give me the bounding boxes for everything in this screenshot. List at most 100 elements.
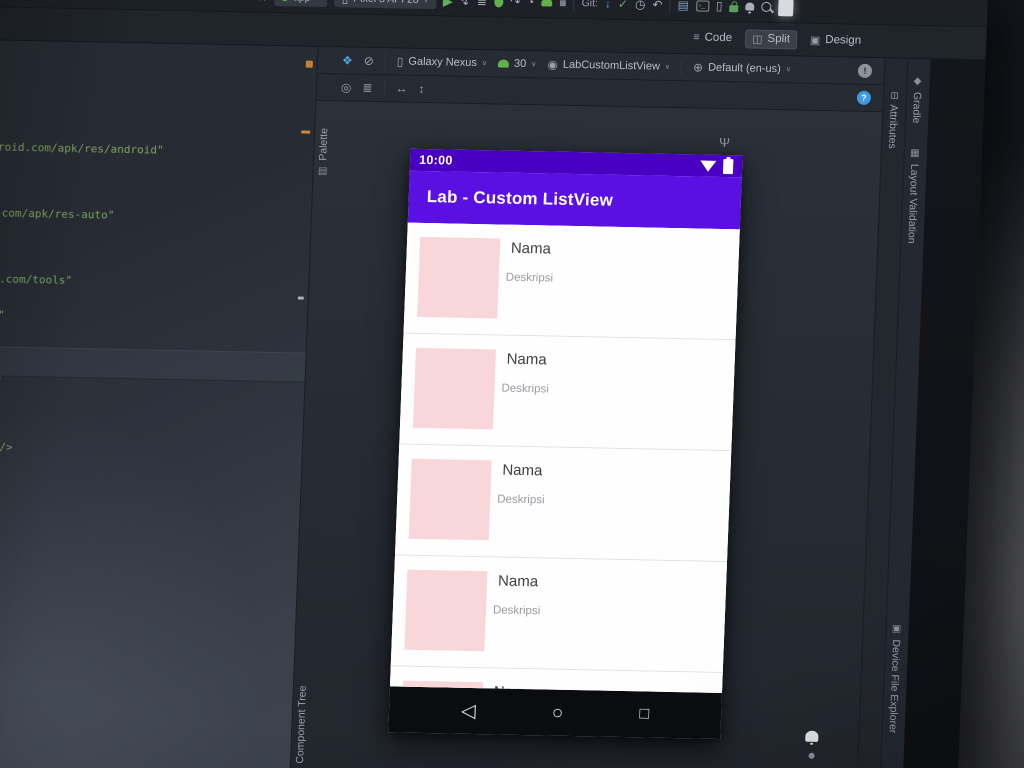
item-name: Nama xyxy=(502,461,543,480)
orientation-icon[interactable]: ⊘ xyxy=(363,54,374,68)
code-line: me" /> xyxy=(0,440,13,454)
tab-component-tree[interactable]: ◧ Component Tree xyxy=(290,680,312,768)
notifications-bell-icon[interactable] xyxy=(805,730,819,742)
issues-badge[interactable]: ! xyxy=(857,63,873,78)
chevron-down-icon: ∨ xyxy=(531,61,537,69)
palette-icon: ▤ xyxy=(316,165,329,177)
android-profiler-icon[interactable] xyxy=(541,0,553,7)
scrollbar-mark[interactable] xyxy=(297,296,304,300)
editor-content-row: droid.com/apk/res/android" as.com/apk/re… xyxy=(0,40,986,768)
android-studio-window: ⚒ app ∨ ▯ Pixel 3 API 28 ∨ ▶ ↯ ≣ ↶ ◔ ■ G… xyxy=(0,0,988,768)
rollback-button[interactable]: ↶ xyxy=(652,0,663,12)
wifi-icon xyxy=(699,160,717,172)
git-update-button[interactable]: ↓ xyxy=(605,0,612,11)
tab-split[interactable]: ◫ Split xyxy=(744,28,798,49)
tab-attributes[interactable]: ⊟ Attributes xyxy=(883,86,904,154)
chevron-down-icon: ∨ xyxy=(423,0,429,5)
editor-divider-band xyxy=(0,345,306,383)
status-time: 10:00 xyxy=(418,152,453,168)
api-level-label: 30 xyxy=(513,57,527,71)
tab-code[interactable]: ≡ Code xyxy=(686,28,740,47)
tab-layout-validation-label: Layout Validation xyxy=(905,163,921,244)
tab-attributes-label: Attributes xyxy=(885,104,900,150)
tab-palette-label: Palette xyxy=(317,127,331,161)
list-item[interactable]: Nama Deskripsi xyxy=(390,555,727,674)
layout-validation-icon: ▦ xyxy=(909,147,921,159)
locale-dropdown[interactable]: ⊕ Default (en-us) ∨ xyxy=(693,60,791,76)
toolbar-divider xyxy=(383,80,385,97)
list-item[interactable]: Nama Deskripsi xyxy=(399,333,736,452)
project-structure-icon[interactable]: ▤ xyxy=(677,0,689,12)
search-icon[interactable] xyxy=(761,1,772,12)
run-config-selector[interactable]: app ∨ xyxy=(273,0,329,8)
item-name: Nama xyxy=(506,350,547,369)
build-hammer-icon[interactable]: ⚒ xyxy=(256,0,267,4)
home-icon: ○ xyxy=(551,702,564,724)
tab-design[interactable]: ▣ Design xyxy=(803,30,869,50)
zoom-control-icon[interactable] xyxy=(808,752,815,759)
view-options-eye-icon[interactable]: ◎ xyxy=(341,80,352,94)
terminal-icon[interactable]: ›_ xyxy=(695,0,710,12)
design-surface[interactable]: ▤ Palette ◧ Component Tree Ψ 10:00 xyxy=(289,100,883,768)
lock-icon[interactable] xyxy=(729,4,739,12)
profiler-button[interactable]: ◔ xyxy=(527,0,535,9)
screen-glare xyxy=(778,0,794,16)
design-icon: ▣ xyxy=(809,34,821,47)
item-name: Nama xyxy=(510,239,552,258)
tab-gradle[interactable]: ◆ Gradle xyxy=(907,71,927,129)
item-thumbnail xyxy=(412,347,496,430)
locale-label: Default (en-us) xyxy=(707,61,782,76)
device-manager-icon[interactable]: ▯ xyxy=(716,0,723,13)
back-icon: ◁ xyxy=(460,700,477,722)
list-item[interactable]: Nama Deskripsi xyxy=(403,222,740,341)
tab-device-file-explorer[interactable]: ▣ Device File Explorer xyxy=(883,618,906,738)
render-wrench-icon[interactable]: Ψ xyxy=(719,135,730,150)
tab-layout-validation[interactable]: ▦ Layout Validation xyxy=(902,143,924,249)
item-thumbnail xyxy=(417,236,501,319)
chevron-down-icon: ∨ xyxy=(481,60,488,68)
phone-preview[interactable]: 10:00 Lab - Custom ListView Nama Deskrip… xyxy=(388,148,743,739)
tab-device-file-explorer-label: Device File Explorer xyxy=(886,639,903,734)
item-description: Deskripsi xyxy=(501,382,550,396)
git-commit-button[interactable]: ✓ xyxy=(618,0,629,11)
item-description: Deskripsi xyxy=(505,271,554,285)
component-list-icon[interactable]: ≣ xyxy=(362,81,373,95)
listview[interactable]: Nama Deskripsi Nama Deskripsi Nama Deskr… xyxy=(389,222,740,693)
apply-changes-button[interactable]: ↯ xyxy=(460,0,471,8)
app-bar-title: Lab - Custom ListView xyxy=(426,187,614,210)
app-bar: Lab - Custom ListView xyxy=(407,170,742,230)
split-icon: ◫ xyxy=(751,33,763,46)
notifications-bell-icon[interactable] xyxy=(745,2,755,11)
tab-palette[interactable]: ▤ Palette xyxy=(313,123,333,182)
git-label: Git: xyxy=(581,0,599,10)
item-description: Deskripsi xyxy=(496,493,545,507)
chevron-down-icon: ∨ xyxy=(315,0,320,2)
vertical-constraints-icon[interactable]: ↕ xyxy=(418,82,425,96)
device-icon: ▯ xyxy=(342,0,349,5)
attach-debugger-icon[interactable]: ↶ xyxy=(510,0,521,9)
gradle-icon: ◆ xyxy=(911,75,924,88)
error-stripe-warning-mark[interactable] xyxy=(305,60,313,68)
stop-button[interactable]: ■ xyxy=(559,0,567,10)
screen-photo: ⚒ app ∨ ▯ Pixel 3 API 28 ∨ ▶ ↯ ≣ ↶ ◔ ■ G… xyxy=(0,0,1024,768)
list-item[interactable]: Nama Deskripsi xyxy=(395,444,732,563)
run-configurations-icon[interactable]: ≣ xyxy=(477,0,488,8)
device-selector[interactable]: ▯ Pixel 3 API 28 ∨ xyxy=(334,0,437,10)
api-level-dropdown[interactable]: 30 ∨ xyxy=(497,57,537,71)
device-dropdown-label: Galaxy Nexus xyxy=(408,55,478,70)
code-editor[interactable]: droid.com/apk/res/android" as.com/apk/re… xyxy=(0,40,319,768)
design-pane: ❖ ⊘ ▯ Galaxy Nexus ∨ 30 ∨ ◉ LabCustomLis… xyxy=(289,46,885,768)
help-badge[interactable]: ? xyxy=(856,90,872,105)
run-button[interactable]: ▶ xyxy=(443,0,454,8)
android-nav-bar: ◁ ○ □ xyxy=(388,686,722,739)
design-surface-icon[interactable]: ❖ xyxy=(342,53,353,67)
device-dropdown[interactable]: ▯ Galaxy Nexus ∨ xyxy=(397,54,488,70)
history-button[interactable]: ◷ xyxy=(635,0,646,11)
surface-controls xyxy=(804,730,819,768)
item-thumbnail xyxy=(408,458,492,541)
debug-button[interactable] xyxy=(493,0,504,8)
error-stripe-warning-mark[interactable] xyxy=(301,130,311,134)
horizontal-constraints-icon[interactable]: ↔ xyxy=(395,81,408,95)
tab-gradle-label: Gradle xyxy=(909,91,924,124)
theme-dropdown[interactable]: ◉ LabCustomListView ∨ xyxy=(547,57,670,73)
